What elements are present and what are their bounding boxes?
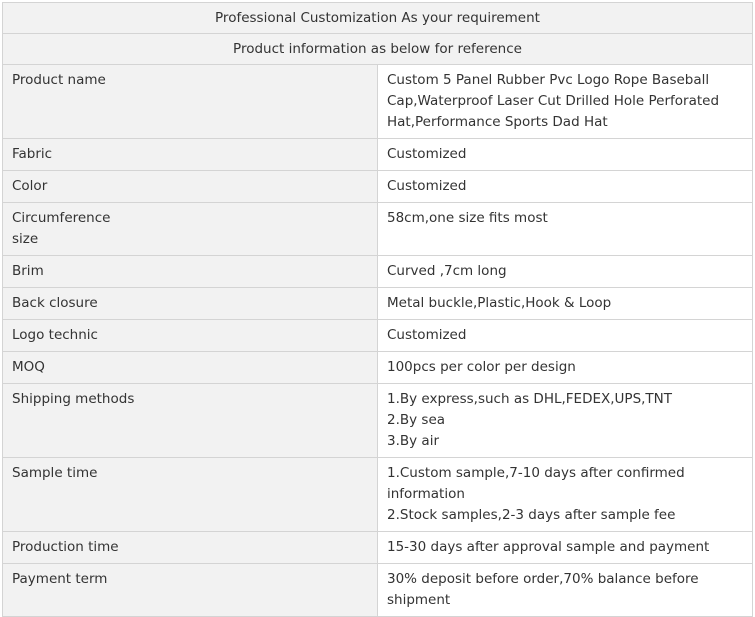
table-row: Shipping methods 1.By express,such as DH… [2, 383, 753, 458]
row-value: Customized [377, 170, 753, 203]
table-row: Logo technic Customized [2, 319, 753, 352]
product-spec-table: Professional Customization As your requi… [2, 2, 753, 617]
table-row: Color Customized [2, 170, 753, 203]
row-label: Shipping methods [2, 383, 378, 458]
table-row: Brim Curved ,7cm long [2, 255, 753, 288]
table-row: Sample time 1.Custom sample,7-10 days af… [2, 457, 753, 532]
row-label: Color [2, 170, 378, 203]
row-label: MOQ [2, 351, 378, 384]
row-label: Back closure [2, 287, 378, 320]
row-value: 30% deposit before order,70% balance bef… [377, 563, 753, 617]
table-title-row: Professional Customization As your requi… [2, 2, 753, 34]
row-value: Customized [377, 138, 753, 171]
table-row: Fabric Customized [2, 138, 753, 171]
row-value: Curved ,7cm long [377, 255, 753, 288]
row-label: Logo technic [2, 319, 378, 352]
row-value: 1.Custom sample,7-10 days after confirme… [377, 457, 753, 532]
table-row: MOQ 100pcs per color per design [2, 351, 753, 384]
table-title: Professional Customization As your requi… [2, 2, 753, 34]
table-row: Payment term 30% deposit before order,70… [2, 563, 753, 617]
row-value: 100pcs per color per design [377, 351, 753, 384]
row-label: Fabric [2, 138, 378, 171]
row-label: Product name [2, 64, 378, 139]
row-value: Customized [377, 319, 753, 352]
row-value: 58cm,one size fits most [377, 202, 753, 256]
table-subtitle: Product information as below for referen… [2, 33, 753, 65]
table-row: Circumference size 58cm,one size fits mo… [2, 202, 753, 256]
row-value: Metal buckle,Plastic,Hook & Loop [377, 287, 753, 320]
table-subtitle-row: Product information as below for referen… [2, 33, 753, 65]
table-row: Product name Custom 5 Panel Rubber Pvc L… [2, 64, 753, 139]
table-row: Back closure Metal buckle,Plastic,Hook &… [2, 287, 753, 320]
row-label: Payment term [2, 563, 378, 617]
row-value: 1.By express,such as DHL,FEDEX,UPS,TNT 2… [377, 383, 753, 458]
row-label: Sample time [2, 457, 378, 532]
row-label: Brim [2, 255, 378, 288]
row-label: Circumference size [2, 202, 378, 256]
row-value: Custom 5 Panel Rubber Pvc Logo Rope Base… [377, 64, 753, 139]
